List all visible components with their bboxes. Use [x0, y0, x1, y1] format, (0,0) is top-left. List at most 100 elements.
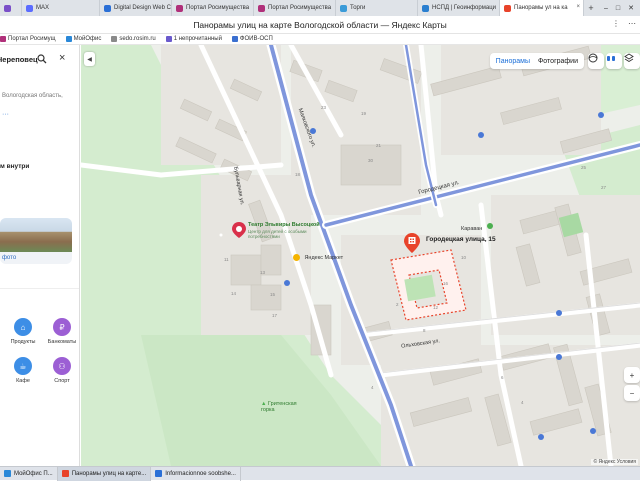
bookmark-item[interactable]: МойОфис [65, 36, 102, 42]
more-vertical-icon[interactable]: ⋮ [612, 19, 620, 28]
category-button[interactable]: ₽ Банкоматы [47, 318, 77, 345]
bookmark-item[interactable]: ФОИВ-ОСП [231, 36, 273, 42]
taskbar: МойОфис П... Панорамы улиц на карте... Inf… [0, 466, 640, 481]
yandex-market-poi[interactable]: Яндекс Маркет [293, 249, 343, 267]
tab-favicon-icon [504, 4, 511, 12]
house-number: 6 [501, 375, 504, 380]
browser-tab[interactable]: Портал Росимущества [172, 0, 254, 16]
panorama-icon [588, 53, 598, 63]
tab-favicon-icon [176, 4, 183, 12]
tab-close-icon[interactable]: × [576, 4, 580, 10]
bookmark-item[interactable]: sedo.rosim.ru [111, 36, 156, 42]
bookmark-item[interactable]: 1 непрочитанный [165, 36, 222, 42]
photos-layer-button[interactable]: Фотографии [538, 58, 578, 65]
karavan-label: Караван [461, 226, 483, 232]
bookmark-favicon-icon [65, 36, 72, 42]
bookmark-label: Портал Росимущ [8, 36, 56, 42]
search-row: Череповец × [0, 51, 79, 67]
house-number: 25 [581, 165, 587, 170]
zoom-in-button[interactable]: + [624, 367, 640, 383]
taskbar-item[interactable]: МойОфис П... [0, 466, 58, 481]
theatre-marker-icon [232, 222, 246, 238]
layers-icon [624, 53, 634, 63]
photo-more-link[interactable]: фото [2, 255, 16, 261]
taskbar-item[interactable]: Informacionnoe soobshe... [151, 466, 241, 481]
browser-tab[interactable]: Панорамы ул на ка × [500, 0, 584, 16]
maximize-icon[interactable]: □ [616, 5, 620, 12]
browser-tab[interactable]: MAX [22, 0, 100, 16]
street-view-button[interactable] [606, 53, 622, 69]
collapse-sidebar-button[interactable]: ◀ [84, 52, 95, 66]
house-number: 16 [443, 281, 449, 286]
bookmark-item[interactable]: Портал Росимущ [0, 36, 56, 42]
tab-label: Портал Росимущества [186, 5, 250, 11]
map-view[interactable]: Городецкая ул. Маяковского ул. Ольховска… [81, 45, 640, 466]
house-number: 11 [224, 257, 229, 262]
theatre-title: Театр Эльвиры Высоцкой [248, 222, 320, 228]
minimize-icon[interactable]: – [604, 5, 608, 12]
inside-label: м внутри [0, 163, 30, 170]
tab-label: Панорамы ул на ка [514, 5, 568, 11]
house-number: 2 [396, 302, 399, 307]
more-dots-button[interactable]: ··· [2, 111, 9, 118]
more-horizontal-icon[interactable]: ⋯ [628, 19, 636, 28]
gritsenskaya-label: ▲ Гритенская горка [261, 401, 301, 413]
taskbar-app-icon [4, 470, 11, 477]
panorama-view-button[interactable] [588, 53, 604, 69]
category-button[interactable]: ☕ Кафе [8, 357, 38, 384]
house-number: 30 [368, 158, 374, 163]
house-number: 13 [260, 270, 266, 275]
theatre-subtitle: Центр для детей с особыми потребностями [248, 229, 307, 239]
bookmarks-bar: Портал Росимущ МойОфис sedo.rosim.ru 1 непр… [0, 34, 640, 45]
category-button[interactable]: ⚇ Спорт [47, 357, 77, 384]
house-number: 21 [376, 143, 382, 148]
category-button[interactable]: ⌂ Продукты [8, 318, 38, 345]
browser-tab[interactable] [0, 0, 22, 16]
tab-favicon-icon [4, 4, 11, 12]
bookmark-label: МойОфис [73, 36, 102, 42]
browser-tab[interactable]: НСПД | Геоинформаци [418, 0, 500, 16]
karavan-poi[interactable]: Караван [461, 217, 493, 235]
layers-button[interactable] [624, 53, 640, 69]
tab-favicon-icon [340, 4, 347, 12]
browser-tab[interactable]: Портал Росимущества [254, 0, 336, 16]
zoom-out-button[interactable]: − [624, 385, 640, 401]
new-tab-button[interactable]: + [584, 0, 598, 16]
house-number: 12 [433, 305, 439, 310]
tab-label: Торги [350, 5, 366, 11]
region-text: Вологодская область, [2, 93, 63, 99]
house-number: 4 [371, 385, 374, 390]
search-input[interactable]: Череповец [0, 55, 38, 64]
bookmark-label: ФОИВ-ОСП [239, 36, 273, 42]
house-number: 18 [295, 172, 301, 177]
tab-label: Digital Design Web Clie [114, 5, 172, 11]
title-menu: ⋮ ⋯ [612, 19, 636, 28]
house-number: 4 [521, 400, 524, 405]
category-label: Кафе [16, 378, 30, 384]
bookmark-favicon-icon [231, 36, 238, 42]
panoramas-layer-button[interactable]: Панорамы [496, 58, 530, 65]
bookmark-label: sedo.rosim.ru [119, 36, 156, 42]
window-controls: – □ ✕ [604, 0, 640, 16]
close-window-icon[interactable]: ✕ [628, 4, 634, 12]
browser-tab[interactable]: Digital Design Web Clie [100, 0, 172, 16]
map-copyright[interactable]: © Яндекс Условия [591, 459, 638, 465]
bookmark-favicon-icon [165, 36, 172, 42]
category-label: Спорт [54, 378, 70, 384]
house-number: 8 [423, 328, 426, 333]
map-canvas[interactable] [81, 45, 640, 466]
tab-favicon-icon [422, 4, 429, 12]
address-label: Городецкая улица, 15 [426, 236, 496, 243]
taskbar-item[interactable]: Панорамы улиц на карте... [57, 466, 152, 481]
close-icon[interactable]: × [59, 52, 65, 64]
taskbar-label: МойОфис П... [14, 470, 53, 477]
page-title: Панорамы улиц на карте Вологодской облас… [193, 20, 447, 30]
market-label: Яндекс Маркет [304, 254, 344, 261]
search-icon[interactable] [37, 54, 47, 64]
sport-icon: ⚇ [53, 357, 71, 375]
location-pin-icon [404, 233, 420, 253]
photo-card[interactable]: фото [0, 218, 72, 264]
shop-icon [486, 222, 493, 229]
title-bar: Панорамы улиц на карте Вологодской облас… [0, 16, 640, 34]
browser-tab[interactable]: Торги [336, 0, 418, 16]
